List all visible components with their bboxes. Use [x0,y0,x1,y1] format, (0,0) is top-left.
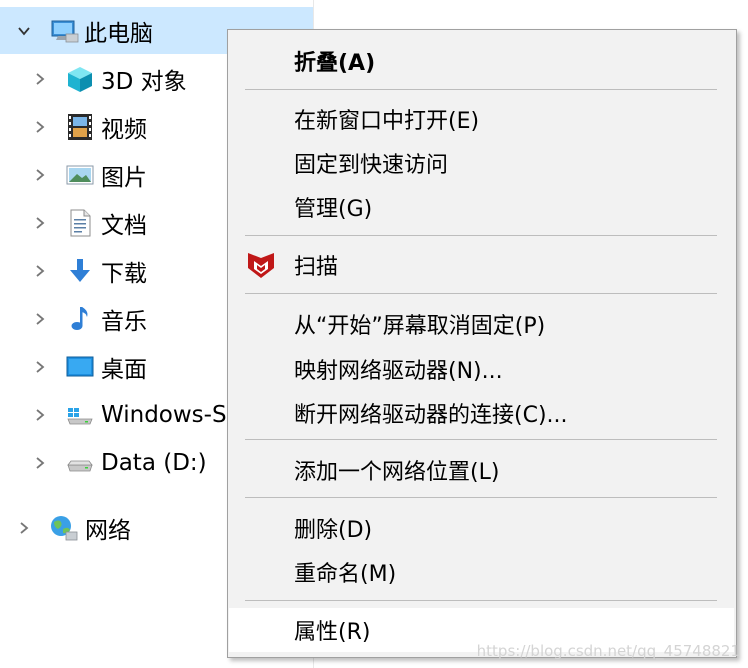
chevron-right-icon[interactable] [32,71,48,87]
menu-item-disconnect-network-drive[interactable]: 断开网络驱动器的连接(C)... [229,391,734,435]
computer-icon [50,16,80,46]
tree-item-label: 桌面 [101,356,147,383]
menu-item-label: 删除(D) [294,518,373,543]
menu-separator [245,439,717,440]
tree-item-label: 网络 [85,517,131,544]
menu-separator [245,600,717,601]
context-menu: 折叠(A) 在新窗口中打开(E) 固定到快速访问 管理(G) 扫描 从“开始”屏… [227,29,737,658]
menu-separator [245,235,717,236]
documents-icon [65,208,95,238]
music-icon [65,304,95,334]
tree-item-label: 图片 [101,164,147,191]
menu-item-collapse[interactable]: 折叠(A) [229,39,734,83]
drive-icon [65,448,95,478]
menu-item-rename[interactable]: 重命名(M) [229,550,734,594]
menu-item-label: 管理(G) [294,197,373,222]
videos-icon [65,112,95,142]
mcafee-shield-icon [246,250,276,280]
tree-item-label: 3D 对象 [101,68,187,95]
watermark: https://blog.csdn.net/qq_45748821 [476,642,740,660]
pictures-icon [65,160,95,190]
3d-objects-icon [65,64,95,94]
windows-drive-icon [65,400,95,430]
chevron-right-icon[interactable] [32,455,48,471]
chevron-right-icon[interactable] [32,167,48,183]
chevron-right-icon[interactable] [32,263,48,279]
menu-item-unpin-start[interactable]: 从“开始”屏幕取消固定(P) [229,302,734,346]
chevron-right-icon[interactable] [32,407,48,423]
tree-item-label: Data (D:) [101,449,207,476]
menu-item-label: 在新窗口中打开(E) [294,109,480,134]
menu-item-manage[interactable]: 管理(G) [229,185,734,229]
menu-item-delete[interactable]: 删除(D) [229,506,734,550]
menu-item-label: 从“开始”屏幕取消固定(P) [294,314,546,339]
menu-item-scan[interactable]: 扫描 [229,243,734,287]
menu-separator [245,293,717,294]
tree-item-label: 视频 [101,116,147,143]
downloads-icon [65,256,95,286]
tree-item-label: Windows-S [101,401,227,428]
menu-item-label: 固定到快速访问 [294,153,449,178]
chevron-right-icon[interactable] [32,359,48,375]
chevron-down-icon[interactable] [16,23,32,39]
network-icon [49,513,79,543]
menu-item-map-network-drive[interactable]: 映射网络驱动器(N)... [229,347,734,391]
tree-item-label: 音乐 [101,308,147,335]
chevron-right-icon[interactable] [32,119,48,135]
menu-item-label: 断开网络驱动器的连接(C)... [294,403,568,428]
chevron-right-icon[interactable] [32,215,48,231]
menu-item-label: 扫描 [294,255,339,280]
chevron-right-icon[interactable] [32,311,48,327]
menu-item-label: 添加一个网络位置(L) [294,460,500,485]
menu-separator [245,497,717,498]
menu-item-label: 折叠(A) [294,51,376,76]
menu-item-label: 属性(R) [294,620,371,645]
menu-item-label: 映射网络驱动器(N)... [294,359,503,384]
menu-item-open-new-window[interactable]: 在新窗口中打开(E) [229,97,734,141]
tree-item-label: 此电脑 [84,20,153,47]
tree-item-label: 下载 [101,260,147,287]
menu-separator [245,89,717,90]
menu-item-label: 重命名(M) [294,562,397,587]
menu-item-add-network-location[interactable]: 添加一个网络位置(L) [229,448,734,492]
tree-item-label: 文档 [101,212,147,239]
chevron-right-icon[interactable] [16,520,32,536]
desktop-icon [65,352,95,382]
menu-item-pin-quick-access[interactable]: 固定到快速访问 [229,141,734,185]
